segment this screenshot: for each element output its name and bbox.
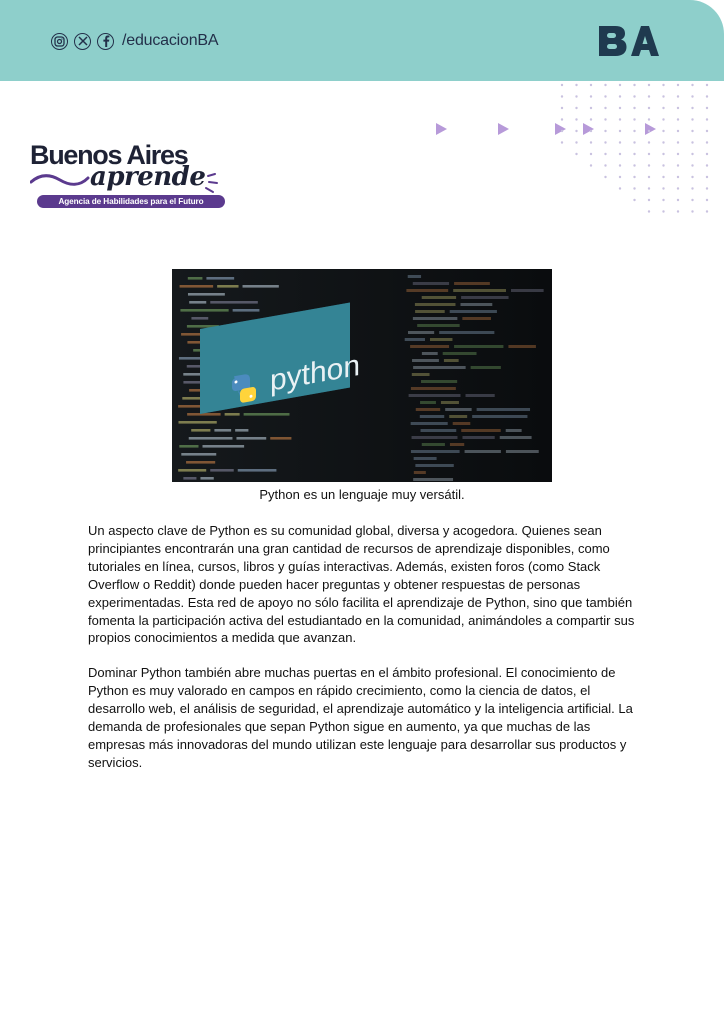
python-image: python [172,269,552,482]
figure-caption: Python es un lenguaje muy versátil. [259,487,465,502]
brand-tagline: Agencia de Habilidades para el Futuro [37,195,225,208]
paragraph-community: Un aspecto clave de Python es su comunid… [88,523,635,646]
x-icon[interactable] [74,32,91,50]
social-links: /educacionBA [51,31,219,51]
social-handle[interactable]: /educacionBA [122,32,219,50]
header-band: /educacionBA [0,0,724,81]
facebook-icon[interactable] [97,32,114,50]
brand-logo: Buenos Aires aprende Agencia de Habilida… [30,140,230,210]
brand-subtitle: aprende [90,162,206,192]
paragraph-professional: Dominar Python también abre muchas puert… [88,665,633,770]
ba-logo [599,26,659,56]
instagram-icon[interactable] [51,32,68,50]
python-photo-illustration: python [172,269,552,482]
